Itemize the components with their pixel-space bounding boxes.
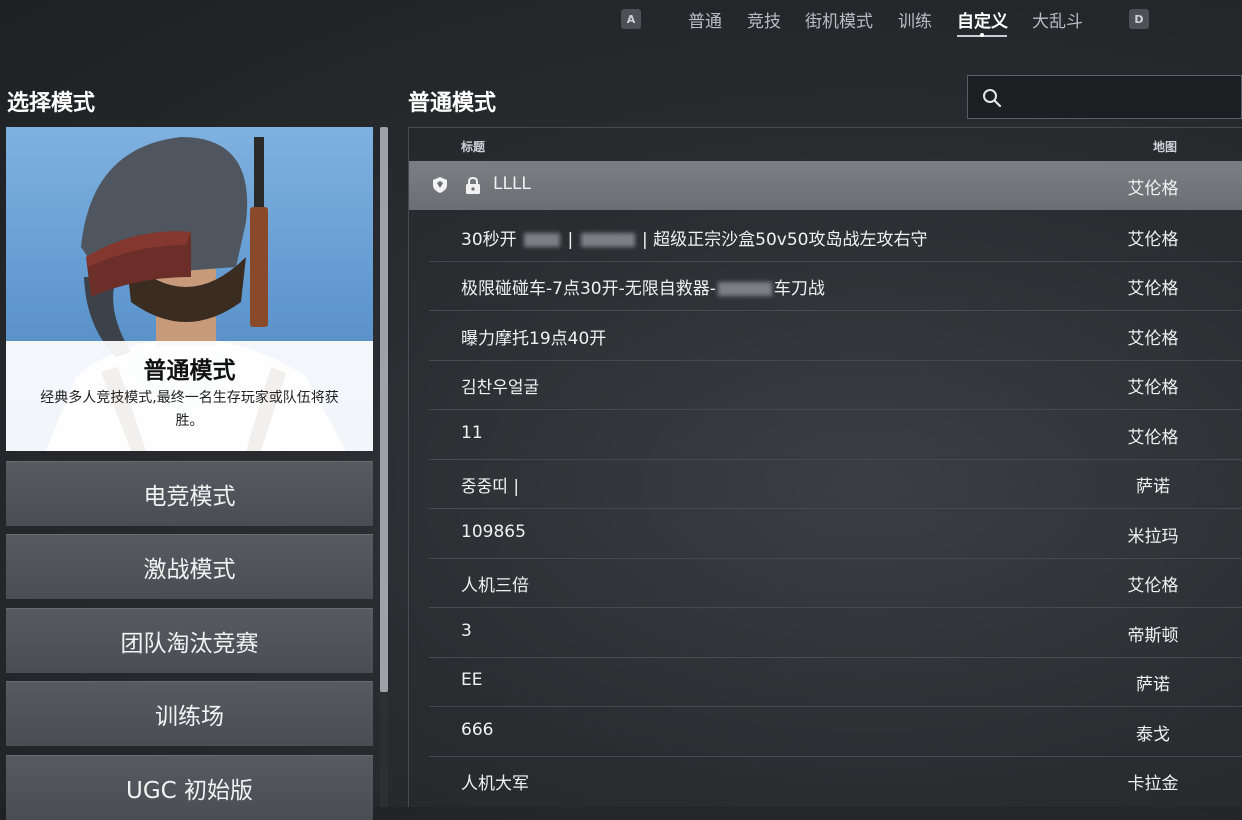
- mode-list-scroll-thumb[interactable]: [380, 127, 388, 692]
- search-icon: [983, 89, 1002, 108]
- row-map: 萨诺: [1136, 477, 1170, 497]
- row-map: 帝斯顿: [1127, 626, 1179, 646]
- room-list-title: 普通模式: [408, 91, 497, 116]
- row-map: 艾伦格: [1127, 279, 1179, 299]
- row-map: 泰戈: [1136, 725, 1170, 745]
- table-row[interactable]: EE 萨诺: [429, 657, 1242, 707]
- tab-training[interactable]: 训练: [898, 7, 932, 32]
- shield-icon: [433, 177, 447, 193]
- row-title: 极限碰碰车-7点30开-无限自救器- 车刀战: [461, 279, 825, 299]
- table-row[interactable]: 人机三倍 艾伦格: [429, 558, 1242, 608]
- row-title: 666: [461, 720, 494, 740]
- row-title: 109865: [461, 522, 526, 542]
- row-map: 萨诺: [1136, 675, 1170, 695]
- row-title: 중중띠 |: [461, 477, 520, 497]
- table-row[interactable]: 중중띠 | 萨诺: [429, 459, 1242, 509]
- redacted-text: [524, 233, 561, 247]
- featured-mode-description: 经典多人竞技模式,最终一名生存玩家或队伍将获胜。: [40, 390, 339, 429]
- mode-team-elimination-button[interactable]: 团队淘汰竞赛: [6, 608, 373, 673]
- row-map: 卡拉金: [1127, 774, 1179, 794]
- row-title: 曝力摩托19点40开: [461, 329, 607, 349]
- table-row[interactable]: 人机大军 卡拉金: [429, 756, 1242, 805]
- lock-icon: [466, 177, 480, 194]
- table-row[interactable]: 666 泰戈: [429, 707, 1242, 757]
- table-row[interactable]: 김찬우얼굴 艾伦格: [429, 360, 1242, 410]
- mode-training-ground-button[interactable]: 训练场: [6, 681, 373, 746]
- tab-arcade[interactable]: 街机模式: [805, 7, 873, 32]
- active-tab-dot: [980, 33, 984, 37]
- tab-normal[interactable]: 普通: [688, 7, 722, 32]
- table-row[interactable]: 3 帝斯顿: [429, 608, 1242, 658]
- featured-mode-title: 普通模式: [143, 358, 236, 384]
- row-title: 11: [461, 423, 483, 443]
- tab-brawl[interactable]: 大乱斗: [1032, 7, 1083, 32]
- mode-intense-button[interactable]: 激战模式: [6, 534, 373, 599]
- table-row[interactable]: 曝力摩托19点40开 艾伦格: [429, 311, 1242, 361]
- room-table: 标题 地图 LLLL 艾伦格 30秒开 | | 超级正宗沙盒50v50攻岛战左攻…: [408, 127, 1242, 807]
- featured-mode-card[interactable]: 普通模式 经典多人竞技模式,最终一名生存玩家或队伍将获胜。: [6, 127, 373, 451]
- table-row[interactable]: 30秒开 | | 超级正宗沙盒50v50攻岛战左攻右守 艾伦格: [429, 212, 1242, 262]
- row-title: EE: [461, 670, 483, 690]
- mode-esports-button[interactable]: 电竞模式: [6, 461, 373, 526]
- row-title: 3: [461, 621, 472, 641]
- row-map: 米拉玛: [1127, 527, 1179, 547]
- row-map: 艾伦格: [1127, 576, 1179, 596]
- row-title: 김찬우얼굴: [461, 378, 540, 398]
- row-map: 艾伦格: [1127, 428, 1179, 448]
- table-row-selected[interactable]: LLLL 艾伦格: [409, 161, 1242, 210]
- featured-mode-info: 普通模式 经典多人竞技模式,最终一名生存玩家或队伍将获胜。: [6, 341, 373, 451]
- column-header-title: 标题: [461, 140, 486, 154]
- row-map: 艾伦格: [1127, 230, 1179, 250]
- room-search-field[interactable]: [967, 75, 1242, 119]
- top-navigation: A 普通 竞技 街机模式 训练 自定义 大乱斗 D: [0, 0, 1242, 40]
- row-title: LLLL: [493, 174, 531, 194]
- row-map: 艾伦格: [1127, 179, 1179, 199]
- prev-tab-key-hint[interactable]: A: [621, 9, 641, 29]
- table-row[interactable]: 极限碰碰车-7点30开-无限自救器- 车刀战 艾伦格: [429, 261, 1242, 311]
- redacted-text: [580, 233, 635, 247]
- table-row[interactable]: 109865 米拉玛: [429, 509, 1242, 559]
- select-mode-title: 选择模式: [7, 91, 96, 116]
- next-tab-key-hint[interactable]: D: [1129, 9, 1149, 29]
- row-title: 人机三倍: [461, 576, 529, 596]
- column-header-map: 地图: [1153, 140, 1178, 154]
- row-title: 人机大军: [461, 774, 529, 794]
- table-row[interactable]: 11 艾伦格: [429, 410, 1242, 460]
- tab-ranked[interactable]: 竞技: [747, 7, 781, 32]
- row-title: 30秒开 | | 超级正宗沙盒50v50攻岛战左攻右守: [461, 230, 928, 250]
- row-map: 艾伦格: [1127, 329, 1179, 349]
- mode-ugc-button[interactable]: UGC 初始版: [6, 755, 373, 820]
- row-map: 艾伦格: [1127, 378, 1179, 398]
- redacted-text: [717, 282, 772, 296]
- tab-custom[interactable]: 自定义: [957, 7, 1008, 32]
